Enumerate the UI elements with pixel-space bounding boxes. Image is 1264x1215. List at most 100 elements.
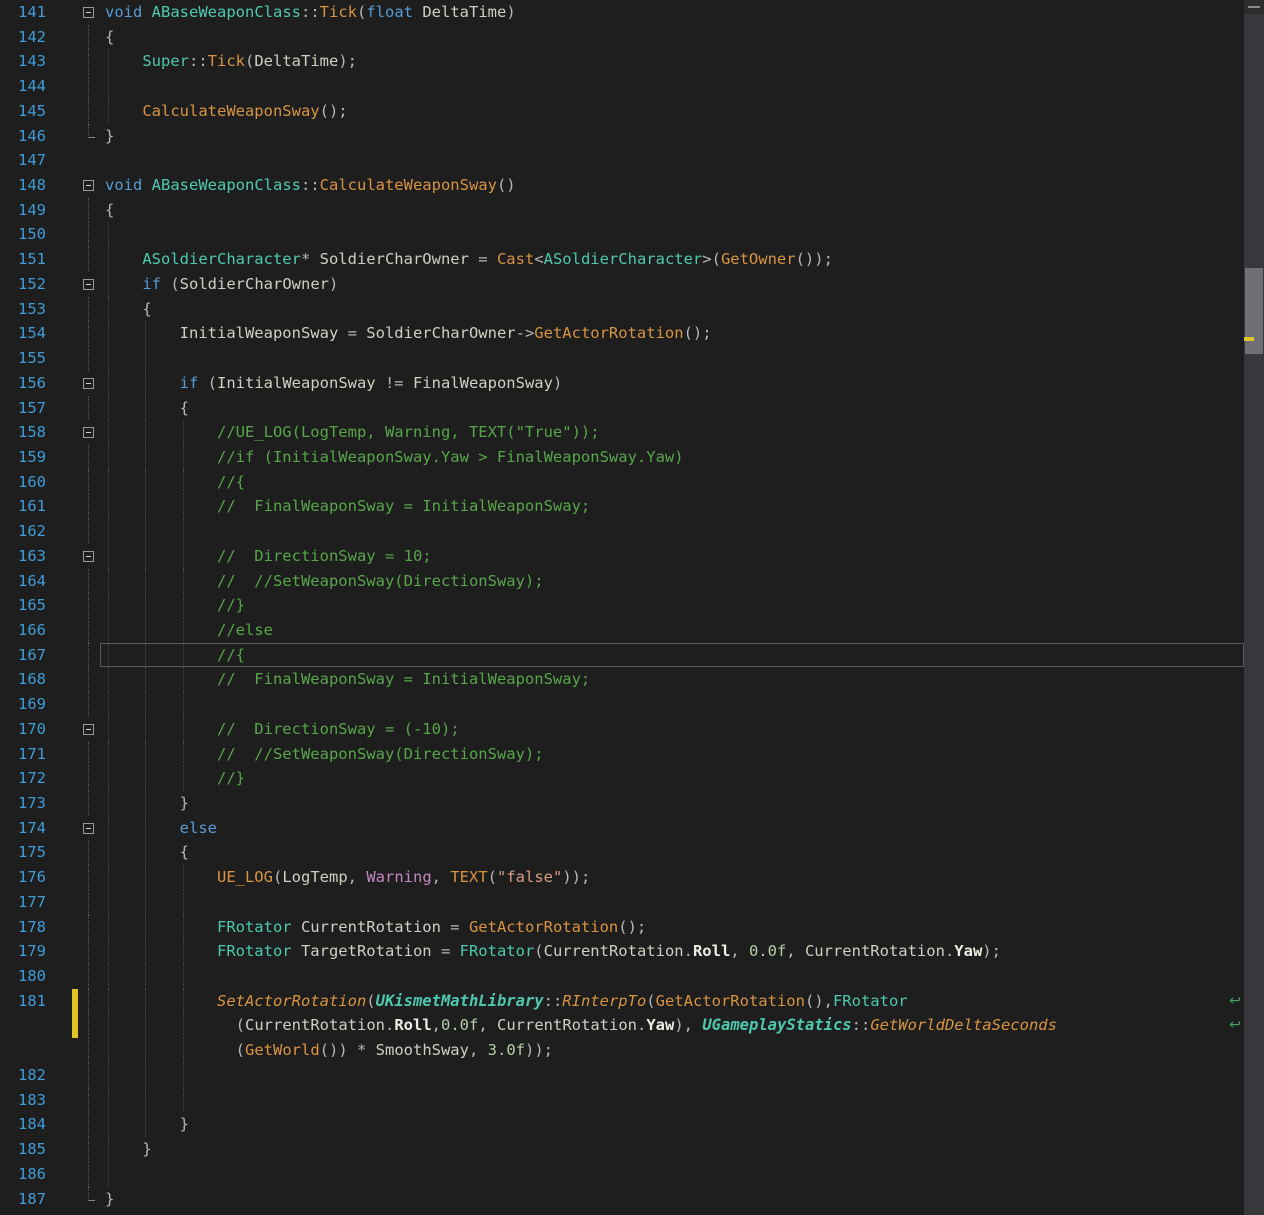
code-line[interactable] — [100, 1087, 1244, 1113]
code-line[interactable]: CalculateWeaponSway(); — [100, 98, 1244, 124]
line-number[interactable]: 170 — [0, 717, 46, 742]
line-number[interactable]: 158 — [0, 420, 46, 445]
fold-gutter[interactable] — [78, 272, 100, 297]
line-number[interactable] — [0, 1038, 46, 1063]
code-line[interactable]: // FinalWeaponSway = InitialWeaponSway; — [100, 494, 1244, 520]
line-number[interactable]: 162 — [0, 519, 46, 544]
line-number[interactable]: 163 — [0, 544, 46, 569]
code-line[interactable]: { — [100, 198, 1244, 223]
code-line[interactable]: //if (InitialWeaponSway.Yaw > FinalWeapo… — [100, 444, 1244, 470]
line-number[interactable]: 185 — [0, 1137, 46, 1162]
line-number[interactable]: 181 — [0, 989, 46, 1014]
line-number[interactable]: 188 — [0, 1211, 46, 1215]
code-line[interactable]: // //SetWeaponSway(DirectionSway); — [100, 741, 1244, 767]
code-line[interactable]: { — [100, 840, 1244, 866]
line-number[interactable]: 154 — [0, 321, 46, 346]
line-number[interactable]: 149 — [0, 198, 46, 223]
fold-gutter[interactable] — [78, 420, 100, 445]
code-line[interactable] — [100, 1062, 1244, 1088]
fold-gutter[interactable] — [78, 717, 100, 742]
line-number[interactable]: 184 — [0, 1112, 46, 1137]
code-line[interactable]: InitialWeaponSway = SoldierCharOwner->Ge… — [100, 321, 1244, 347]
code-line[interactable]: UE_LOG(LogTemp, Warning, TEXT("false")); — [100, 865, 1244, 890]
code-line[interactable] — [100, 1161, 1244, 1187]
code-line[interactable]: // DirectionSway = 10; — [100, 543, 1244, 569]
line-number[interactable]: 155 — [0, 346, 46, 371]
line-number[interactable]: 146 — [0, 124, 46, 149]
code-line[interactable]: FRotator TargetRotation = FRotator(Curre… — [100, 939, 1244, 965]
line-number[interactable]: 177 — [0, 890, 46, 915]
line-number[interactable]: 168 — [0, 667, 46, 692]
code-line[interactable]: (GetWorld()) * SmoothSway, 3.0f)); — [100, 1038, 1244, 1063]
line-number[interactable]: 143 — [0, 49, 46, 74]
code-line[interactable]: else — [100, 815, 1244, 841]
fold-collapse-icon[interactable] — [83, 723, 94, 735]
line-number[interactable]: 156 — [0, 371, 46, 396]
fold-collapse-icon[interactable] — [83, 7, 94, 18]
code-line[interactable]: // FinalWeaponSway = InitialWeaponSway; — [100, 667, 1244, 693]
fold-collapse-icon[interactable] — [83, 377, 94, 389]
line-number[interactable]: 174 — [0, 816, 46, 841]
line-number[interactable]: 175 — [0, 840, 46, 865]
code-line[interactable]: void ABaseWeaponClass::Tick(float DeltaT… — [100, 0, 1244, 25]
code-line[interactable]: // DirectionSway = (-10); — [100, 716, 1244, 742]
code-line[interactable]: } — [100, 1187, 1244, 1212]
code-line[interactable] — [100, 74, 1244, 99]
code-line[interactable]: (CurrentRotation.Roll,0.0f, CurrentRotat… — [100, 1013, 1244, 1039]
fold-gutter[interactable] — [78, 544, 100, 569]
line-number[interactable]: 172 — [0, 766, 46, 791]
fold-collapse-icon[interactable] — [83, 278, 94, 290]
code-line[interactable]: //else — [100, 617, 1244, 643]
line-number[interactable]: 160 — [0, 470, 46, 495]
code-line[interactable] — [100, 889, 1244, 915]
code-line[interactable]: { — [100, 25, 1244, 50]
code-line[interactable] — [100, 519, 1244, 544]
line-number[interactable]: 186 — [0, 1162, 46, 1187]
scrollbar-splitter-icon[interactable] — [1244, 0, 1264, 14]
line-number[interactable]: 183 — [0, 1088, 46, 1113]
fold-collapse-icon[interactable] — [83, 822, 94, 834]
code-line[interactable]: } — [100, 1112, 1244, 1138]
line-number[interactable]: 147 — [0, 148, 46, 173]
vertical-scrollbar[interactable] — [1244, 0, 1264, 1215]
code-line[interactable]: //{ — [100, 642, 1244, 668]
line-number[interactable]: 169 — [0, 692, 46, 717]
fold-collapse-icon[interactable] — [83, 427, 94, 439]
code-line[interactable]: //} — [100, 766, 1244, 791]
code-line[interactable] — [100, 148, 1244, 173]
code-line[interactable]: //UE_LOG(LogTemp, Warning, TEXT("True"))… — [100, 420, 1244, 445]
code-line[interactable]: void ABaseWeaponClass::CalculateWeaponSw… — [100, 173, 1244, 198]
line-number[interactable]: 151 — [0, 247, 46, 272]
fold-collapse-icon[interactable] — [83, 550, 94, 562]
code-line[interactable]: FRotator CurrentRotation = GetActorRotat… — [100, 914, 1244, 940]
line-number[interactable]: 165 — [0, 593, 46, 618]
line-number[interactable]: 167 — [0, 643, 46, 668]
line-number[interactable]: 178 — [0, 915, 46, 940]
code-line[interactable]: if (InitialWeaponSway != FinalWeaponSway… — [100, 370, 1244, 396]
fold-gutter[interactable] — [78, 371, 100, 396]
line-number[interactable]: 142 — [0, 25, 46, 50]
fold-collapse-icon[interactable] — [83, 180, 94, 192]
code-line[interactable]: { — [100, 296, 1244, 322]
line-number[interactable]: 171 — [0, 742, 46, 767]
code-line[interactable]: Super::Tick(DeltaTime); — [100, 49, 1244, 75]
code-line[interactable] — [100, 692, 1244, 717]
code-line[interactable] — [100, 346, 1244, 371]
code-line[interactable] — [100, 1211, 1244, 1215]
code-line[interactable]: } — [100, 1137, 1244, 1162]
code-line[interactable]: //} — [100, 593, 1244, 618]
line-number[interactable]: 144 — [0, 74, 46, 99]
line-number[interactable]: 187 — [0, 1187, 46, 1212]
line-number[interactable]: 173 — [0, 791, 46, 816]
code-line[interactable]: SetActorRotation(UKismetMathLibrary::RIn… — [100, 988, 1244, 1014]
fold-gutter[interactable] — [78, 173, 100, 198]
fold-gutter[interactable] — [78, 816, 100, 841]
line-number[interactable]: 182 — [0, 1063, 46, 1088]
scrollbar-thumb[interactable] — [1245, 268, 1263, 354]
line-number[interactable]: 141 — [0, 0, 46, 25]
line-number[interactable]: 180 — [0, 964, 46, 989]
code-line[interactable] — [100, 222, 1244, 248]
line-number[interactable]: 150 — [0, 222, 46, 247]
code-line[interactable]: } — [100, 124, 1244, 149]
code-line[interactable]: } — [100, 791, 1244, 816]
